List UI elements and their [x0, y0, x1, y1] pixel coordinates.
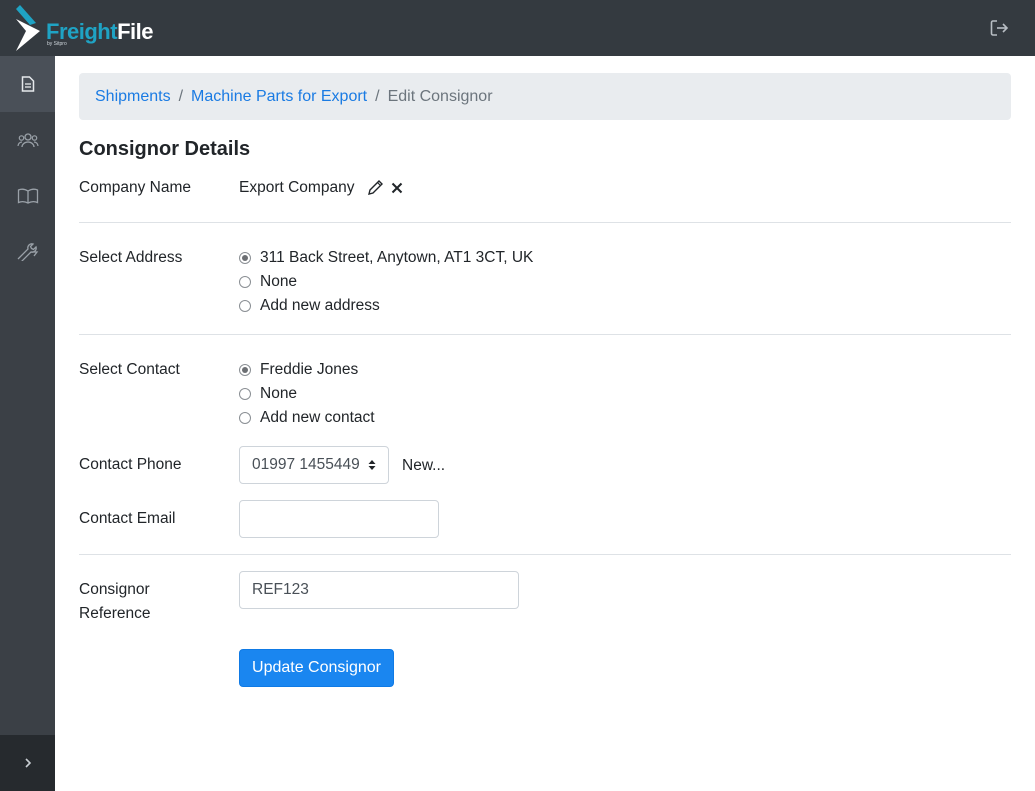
contact-option-label: Add new contact	[260, 409, 375, 426]
contact-email-label: Contact Email	[79, 510, 176, 527]
address-option-add-new[interactable]: Add new address	[239, 294, 380, 318]
consignor-reference-label: Consignor Reference	[79, 578, 151, 626]
chevron-right-icon	[24, 758, 31, 768]
contact-option-label: None	[260, 385, 298, 402]
sidebar-item-tools[interactable]	[0, 224, 55, 280]
document-icon	[21, 76, 34, 92]
contact-radio-freddie[interactable]	[239, 364, 251, 376]
contact-phone-value: 01997 1455449	[252, 456, 360, 473]
address-radio-none[interactable]	[239, 276, 251, 288]
sidebar-item-shipments[interactable]	[0, 56, 55, 112]
select-arrows-icon	[368, 460, 376, 470]
select-contact-label: Select Contact	[79, 361, 180, 378]
close-icon	[391, 182, 403, 194]
contact-option-add-new[interactable]: Add new contact	[239, 406, 375, 430]
address-option-street[interactable]: 311 Back Street, Anytown, AT1 3CT, UK	[239, 246, 533, 270]
address-option-label: None	[260, 273, 298, 290]
section-divider	[79, 554, 1011, 555]
contact-phone-select[interactable]: 01997 1455449	[239, 446, 389, 484]
contact-radio-add-new[interactable]	[239, 412, 251, 424]
company-name-value: Export Company	[239, 179, 355, 196]
breadcrumb-shipments-link[interactable]: Shipments	[95, 88, 171, 106]
address-option-label: 311 Back Street, Anytown, AT1 3CT, UK	[260, 249, 534, 266]
users-icon	[16, 133, 39, 148]
contact-option-none[interactable]: None	[239, 382, 297, 406]
sidebar-item-contacts[interactable]	[0, 112, 55, 168]
pencil-icon	[368, 180, 383, 195]
address-radio-street[interactable]	[239, 252, 251, 264]
address-option-none[interactable]: None	[239, 270, 297, 294]
breadcrumb-shipment-link[interactable]: Machine Parts for Export	[191, 88, 367, 106]
section-divider	[79, 334, 1011, 335]
sidebar	[0, 56, 55, 791]
sidebar-item-guide[interactable]	[0, 168, 55, 224]
contact-phone-label: Contact Phone	[79, 456, 182, 473]
select-address-label: Select Address	[79, 249, 183, 266]
breadcrumb: Shipments / Machine Parts for Export / E…	[79, 73, 1011, 120]
update-consignor-button[interactable]: Update Consignor	[239, 649, 394, 687]
section-title: Consignor Details	[79, 138, 251, 160]
sidebar-expand-button[interactable]	[0, 735, 55, 791]
logo-tagline: by Sitpro	[47, 41, 67, 47]
breadcrumb-current: Edit Consignor	[387, 87, 493, 105]
address-radio-add-new[interactable]	[239, 300, 251, 312]
address-option-label: Add new address	[260, 297, 380, 314]
breadcrumb-separator: /	[178, 87, 184, 105]
new-phone-link[interactable]: New...	[402, 454, 445, 478]
sign-out-button[interactable]	[989, 18, 1011, 38]
consignor-reference-label-line2: Reference	[79, 605, 151, 622]
section-divider	[79, 222, 1011, 223]
consignor-reference-input[interactable]	[239, 571, 519, 609]
contact-radio-none[interactable]	[239, 388, 251, 400]
consignor-reference-label-line1: Consignor	[79, 581, 150, 598]
company-name-label: Company Name	[79, 179, 191, 196]
contact-option-label: Freddie Jones	[260, 361, 359, 378]
breadcrumb-separator: /	[375, 87, 380, 105]
remove-company-button[interactable]	[391, 181, 403, 198]
contact-email-input[interactable]	[239, 500, 439, 538]
top-navbar: FreightFile by Sitpro	[0, 0, 1035, 56]
edit-company-button[interactable]	[367, 179, 384, 200]
tools-icon	[17, 243, 38, 261]
contact-option-freddie[interactable]: Freddie Jones	[239, 358, 358, 382]
book-icon	[17, 188, 38, 204]
sign-out-icon	[990, 20, 1009, 36]
freightfile-logo[interactable]: FreightFile by Sitpro	[14, 3, 159, 53]
logo-arrow-icon	[16, 5, 40, 51]
